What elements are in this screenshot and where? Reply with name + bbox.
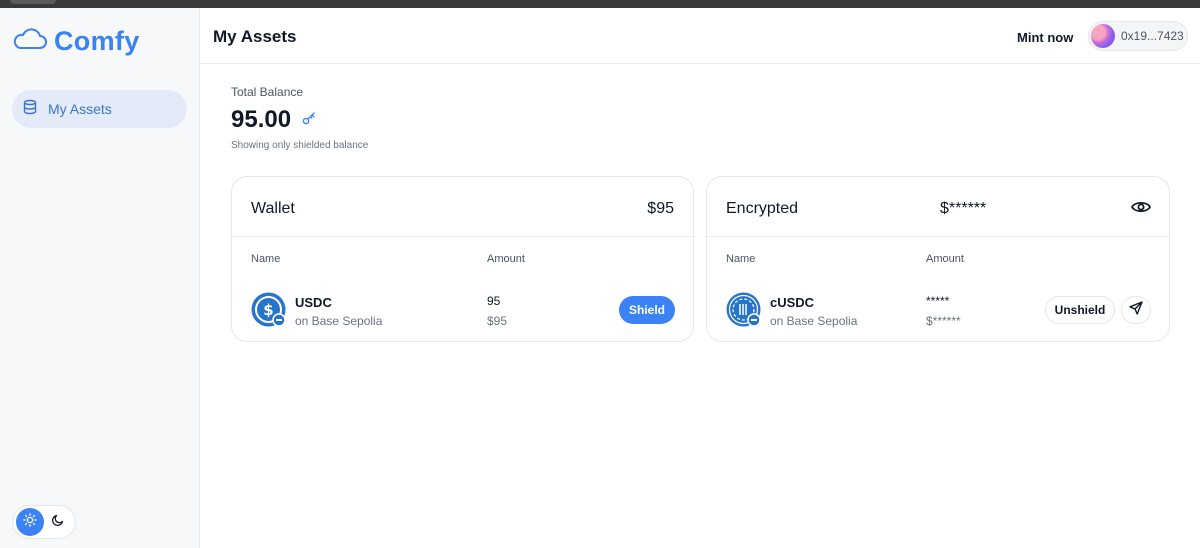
browser-tab[interactable]: [10, 0, 56, 4]
send-icon: [1129, 300, 1143, 320]
total-balance-label: Total Balance: [231, 85, 304, 99]
column-header-amount: Amount: [926, 253, 964, 265]
cloud-icon: [12, 26, 48, 57]
token-chain: on Base Sepolia: [770, 314, 858, 328]
wallet-card: Wallet $95 Name Amount $ USDC on Base Se…: [231, 176, 694, 342]
encrypted-card-title: Encrypted: [726, 200, 799, 217]
mint-now-link[interactable]: Mint now: [1017, 30, 1073, 45]
wallet-card-title: Wallet: [251, 200, 295, 217]
wallet-address: 0x19...7423: [1121, 29, 1184, 43]
sidebar-item-my-assets[interactable]: My Assets: [12, 90, 187, 128]
send-button[interactable]: [1121, 296, 1151, 324]
token-amount-usd: $******: [926, 314, 961, 328]
theme-toggle: [12, 505, 76, 539]
total-balance-value: 95.00: [231, 106, 292, 133]
key-icon[interactable]: [302, 111, 316, 125]
encrypted-card-header: Encrypted $******: [707, 177, 1169, 237]
eye-icon[interactable]: [1130, 199, 1152, 215]
wallet-card-header: Wallet $95: [232, 177, 693, 237]
sidebar-item-label: My Assets: [48, 101, 112, 117]
wallet-account-button[interactable]: 0x19...7423: [1088, 21, 1188, 51]
shield-button[interactable]: Shield: [619, 296, 675, 324]
token-amount-usd: $95: [487, 314, 508, 328]
browser-top-bar: [0, 0, 1200, 8]
encrypted-card-total: $******: [940, 200, 987, 217]
token-name: USDC: [295, 295, 332, 310]
token-chain: on Base Sepolia: [295, 314, 383, 328]
brand-name: Comfy: [54, 26, 140, 56]
dark-theme-button[interactable]: [44, 508, 72, 536]
token-name: cUSDC: [770, 295, 815, 310]
column-header-name: Name: [726, 253, 756, 265]
database-icon: [22, 99, 38, 120]
unshield-button[interactable]: Unshield: [1045, 296, 1115, 324]
column-header-amount: Amount: [487, 253, 525, 265]
encrypted-card: Encrypted $****** Name Amount cUSDC on B…: [706, 176, 1170, 342]
brand-logo[interactable]: Comfy: [12, 26, 140, 57]
cusdc-token-icon: [726, 292, 761, 327]
wallet-card-total: $95: [647, 200, 674, 217]
top-header: My Assets Mint now 0x19...7423: [200, 8, 1200, 64]
sidebar: Comfy My Assets: [0, 8, 200, 548]
avatar: [1091, 24, 1115, 48]
usdc-token-icon: $: [251, 292, 286, 327]
light-theme-button[interactable]: [16, 508, 44, 536]
moon-icon: [51, 513, 65, 532]
sun-icon: [23, 512, 37, 532]
page-title: My Assets: [213, 27, 297, 46]
column-header-name: Name: [251, 253, 281, 265]
token-amount: *****: [926, 294, 950, 308]
token-amount: 95: [487, 294, 501, 308]
svg-text:$: $: [263, 301, 273, 319]
balance-note: Showing only shielded balance: [231, 140, 369, 151]
